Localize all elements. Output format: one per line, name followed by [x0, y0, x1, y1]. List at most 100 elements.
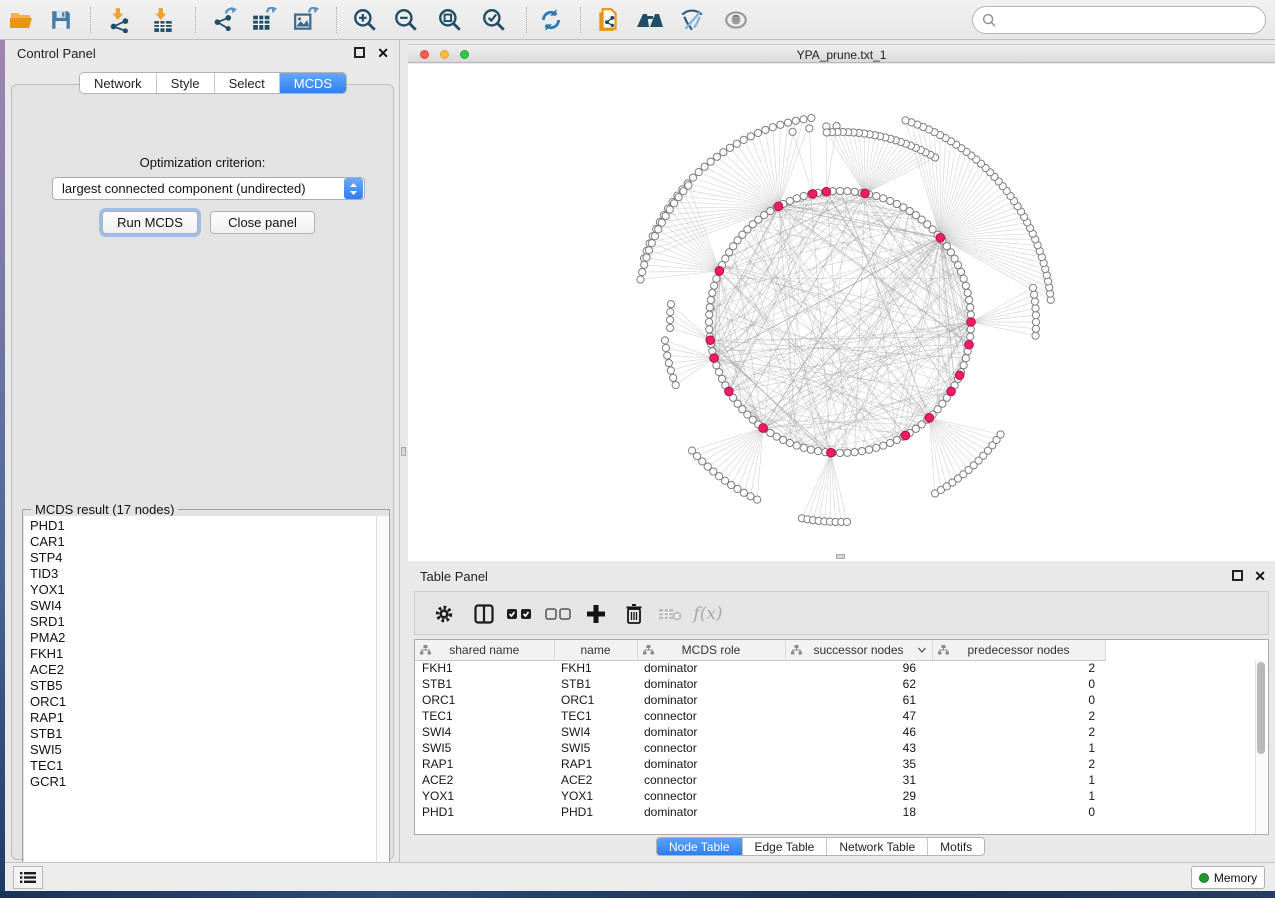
deselect-all-icon[interactable] — [543, 599, 573, 629]
mcds-result-item[interactable]: YOX1 — [30, 582, 66, 598]
table-row[interactable]: SWI5SWI5connector431 — [415, 740, 1105, 756]
mcds-result-item[interactable]: PMA2 — [30, 630, 66, 646]
zoom-in-icon[interactable] — [348, 6, 382, 34]
mcds-panel: Optimization criterion: largest connecte… — [11, 84, 394, 860]
mcds-result-item[interactable]: RAP1 — [30, 710, 66, 726]
export-image-icon[interactable] — [289, 6, 323, 34]
optimization-criterion-label: Optimization criterion: — [12, 155, 393, 170]
import-table-icon[interactable] — [146, 6, 180, 34]
hide-panels-icon[interactable] — [675, 6, 709, 34]
tab-mcds[interactable]: MCDS — [280, 73, 346, 93]
select-all-icon[interactable] — [504, 599, 534, 629]
horizontal-splitter-handle[interactable] — [836, 554, 845, 559]
mcds-result-item[interactable]: TEC1 — [30, 758, 66, 774]
table-row[interactable]: ORC1ORC1dominator610 — [415, 692, 1105, 708]
control-panel-title: Control Panel — [17, 46, 96, 61]
search-input[interactable] — [1002, 13, 1265, 28]
tab-node-table[interactable]: Node Table — [657, 838, 743, 855]
tab-edge-table[interactable]: Edge Table — [743, 838, 828, 855]
dropdown-value: largest connected component (undirected) — [53, 181, 344, 196]
table-panel-tabs: Node Table Edge Table Network Table Moti… — [656, 837, 985, 856]
node-table-grid: shared name name MCDS role successor nod… — [415, 640, 1106, 820]
mcds-result-list[interactable]: PHD1CAR1STP4TID3YOX1SWI4SRD1PMA2FKH1ACE2… — [24, 516, 389, 879]
vertical-splitter[interactable] — [400, 40, 408, 862]
run-mcds-button[interactable]: Run MCDS — [102, 211, 198, 234]
preview-icon[interactable] — [719, 6, 753, 34]
refresh-layout-icon[interactable] — [534, 6, 568, 34]
table-row[interactable]: RAP1RAP1dominator352 — [415, 756, 1105, 772]
mcds-result-item[interactable]: ORC1 — [30, 694, 66, 710]
table-scrollbar-thumb[interactable] — [1257, 662, 1265, 754]
dropdown-stepper-icon — [344, 178, 363, 199]
header-successor-nodes[interactable]: successor nodes — [785, 640, 932, 660]
memory-button[interactable]: Memory — [1191, 866, 1265, 889]
tab-network[interactable]: Network — [80, 73, 157, 93]
cytoscape-app: Control Panel ✕ Network Style Select MCD… — [0, 0, 1275, 898]
mcds-result-item[interactable]: PHD1 — [30, 518, 66, 534]
float-panel-icon[interactable] — [354, 47, 365, 58]
export-network-icon[interactable] — [208, 6, 242, 34]
mcds-result-item[interactable]: ACE2 — [30, 662, 66, 678]
header-predecessor-nodes[interactable]: predecessor nodes — [932, 640, 1105, 660]
table-row[interactable]: YOX1YOX1connector291 — [415, 788, 1105, 804]
mcds-result-item[interactable]: SWI5 — [30, 742, 66, 758]
tab-motifs[interactable]: Motifs — [928, 838, 984, 855]
mcds-result-item[interactable]: SWI4 — [30, 598, 66, 614]
table-row[interactable]: ACE2ACE2connector311 — [415, 772, 1105, 788]
header-shared-name[interactable]: shared name — [415, 640, 554, 660]
import-network-icon[interactable] — [103, 6, 137, 34]
memory-status-icon — [1199, 873, 1209, 883]
tab-style[interactable]: Style — [157, 73, 215, 93]
close-panel-icon[interactable]: ✕ — [377, 45, 389, 62]
optimization-criterion-dropdown[interactable]: largest connected component (undirected) — [52, 177, 365, 200]
function-builder-icon[interactable]: f(x) — [693, 599, 723, 629]
columns-icon[interactable] — [469, 599, 499, 629]
close-table-panel-icon[interactable]: ✕ — [1254, 568, 1266, 585]
table-header-row: shared name name MCDS role successor nod… — [415, 640, 1105, 660]
add-row-icon[interactable] — [581, 599, 611, 629]
mcds-result-groupbox: MCDS result (17 nodes) PHD1CAR1STP4TID3Y… — [22, 509, 390, 880]
mcds-result-item[interactable]: STB5 — [30, 678, 66, 694]
memory-label: Memory — [1214, 871, 1257, 885]
export-table-icon[interactable] — [247, 6, 281, 34]
mcds-result-item[interactable]: STP4 — [30, 550, 66, 566]
tab-network-table[interactable]: Network Table — [827, 838, 928, 855]
header-name[interactable]: name — [554, 640, 637, 660]
mcds-result-item[interactable]: STB1 — [30, 726, 66, 742]
mcds-result-item[interactable]: CAR1 — [30, 534, 66, 550]
network-column-icon — [420, 645, 431, 655]
zoom-out-icon[interactable] — [389, 6, 423, 34]
toolbar-separator — [336, 7, 337, 33]
zoom-selected-icon[interactable] — [477, 6, 511, 34]
network-view[interactable] — [408, 64, 1275, 561]
table-scrollbar[interactable] — [1255, 660, 1266, 834]
settings-icon[interactable] — [429, 599, 459, 629]
toolbar-separator — [195, 7, 196, 33]
delete-table-icon[interactable] — [655, 599, 685, 629]
table-row[interactable]: TEC1TEC1connector472 — [415, 708, 1105, 724]
close-panel-button[interactable]: Close panel — [210, 211, 315, 234]
network-window-titlebar[interactable]: YPA_prune.txt_1 — [408, 44, 1275, 63]
mcds-result-item[interactable]: GCR1 — [30, 774, 66, 790]
network-canvas[interactable] — [408, 64, 1273, 561]
table-row[interactable]: FKH1FKH1dominator962 — [415, 660, 1105, 676]
open-session-icon[interactable] — [5, 6, 39, 34]
mcds-result-item[interactable]: FKH1 — [30, 646, 66, 662]
task-history-button[interactable] — [13, 866, 43, 889]
table-row[interactable]: PHD1PHD1dominator180 — [415, 804, 1105, 820]
zoom-fit-icon[interactable] — [433, 6, 467, 34]
mcds-result-item[interactable]: SRD1 — [30, 614, 66, 630]
header-mcds-role[interactable]: MCDS role — [637, 640, 785, 660]
search-network-icon[interactable] — [633, 6, 667, 34]
apply-style-icon[interactable] — [591, 6, 625, 34]
mcds-list-scrollbar[interactable] — [376, 516, 389, 879]
table-row[interactable]: STB1STB1dominator620 — [415, 676, 1105, 692]
vertical-splitter-handle[interactable] — [401, 447, 406, 456]
save-session-icon[interactable] — [44, 6, 78, 34]
tab-select[interactable]: Select — [215, 73, 280, 93]
mcds-result-item[interactable]: TID3 — [30, 566, 66, 582]
table-row[interactable]: SWI4SWI4dominator462 — [415, 724, 1105, 740]
search-icon — [982, 13, 997, 28]
delete-row-icon[interactable] — [619, 599, 649, 629]
float-table-panel-icon[interactable] — [1232, 570, 1243, 581]
